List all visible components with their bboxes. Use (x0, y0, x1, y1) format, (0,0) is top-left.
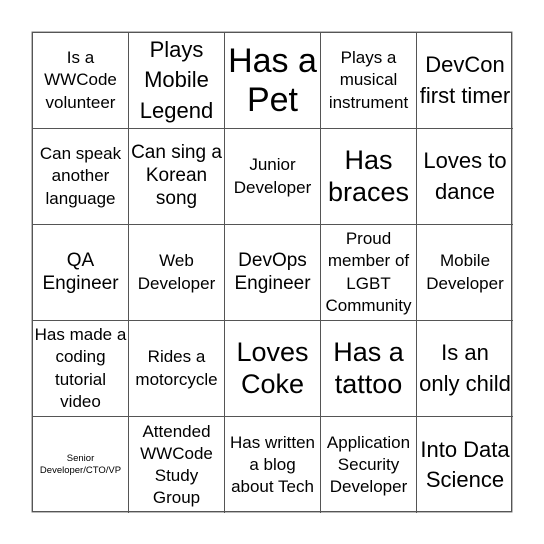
bingo-cell[interactable]: Web Developer (129, 225, 225, 321)
bingo-cell[interactable]: Has a Pet (225, 33, 321, 129)
cell-label: Web Developer (137, 251, 216, 293)
bingo-cell[interactable]: Junior Developer (225, 129, 321, 225)
cell-label: DevOps Engineer (234, 249, 311, 294)
cell-label: Has a tattoo (333, 337, 404, 399)
cell-label: Has a Pet (228, 42, 317, 119)
cell-label: Plays a musical instrument (328, 48, 409, 112)
bingo-cell[interactable]: Plays Mobile Legend (129, 33, 225, 129)
cell-label: DevCon first timer (419, 52, 511, 108)
bingo-cell[interactable]: DevCon first timer (417, 33, 513, 129)
bingo-cell[interactable]: Has a tattoo (321, 321, 417, 417)
bingo-cell[interactable]: Can speak another language (33, 129, 129, 225)
bingo-cell[interactable]: QA Engineer (33, 225, 129, 321)
cell-label: Mobile Developer (426, 251, 504, 293)
cell-label: Can speak another language (39, 144, 122, 208)
bingo-cell[interactable]: Has written a blog about Tech (225, 417, 321, 513)
cell-label: Has written a blog about Tech (229, 432, 316, 497)
bingo-cell[interactable]: Can sing a Korean song (129, 129, 225, 225)
bingo-cell[interactable]: Application Security Developer (321, 417, 417, 513)
cell-label: Loves Coke (236, 337, 309, 399)
cell-label: Senior Developer/CTO/VP (39, 452, 122, 476)
cell-label: Is an only child (419, 340, 511, 396)
cell-label: Has made a coding tutorial video (34, 325, 127, 411)
bingo-cell[interactable]: Rides a motorcycle (129, 321, 225, 417)
bingo-cell[interactable]: Into Data Science (417, 417, 513, 513)
bingo-cell[interactable]: Plays a musical instrument (321, 33, 417, 129)
cell-label: Has braces (327, 145, 410, 207)
cell-label: Is a WWCode volunteer (44, 48, 117, 112)
bingo-cell[interactable]: Mobile Developer (417, 225, 513, 321)
bingo-cell[interactable]: Loves Coke (225, 321, 321, 417)
bingo-cell[interactable]: Is a WWCode volunteer (33, 33, 129, 129)
bingo-cell[interactable]: Has made a coding tutorial video (33, 321, 129, 417)
bingo-cell[interactable]: DevOps Engineer (225, 225, 321, 321)
cell-label: Loves to dance (423, 148, 507, 204)
bingo-cell[interactable]: Proud member of LGBT Community (321, 225, 417, 321)
bingo-cell[interactable]: Is an only child (417, 321, 513, 417)
cell-label: Junior Developer (233, 155, 312, 197)
bingo-cell[interactable]: Attended WWCode Study Group (129, 417, 225, 513)
bingo-cell[interactable]: Loves to dance (417, 129, 513, 225)
bingo-cell[interactable]: Senior Developer/CTO/VP (33, 417, 129, 513)
cell-label: Into Data Science (420, 436, 510, 492)
cell-label: Application Security Developer (326, 432, 411, 497)
cell-label: Can sing a Korean song (131, 142, 222, 209)
cell-label: QA Engineer (42, 249, 119, 294)
cell-label: Rides a motorcycle (135, 347, 218, 389)
bingo-board: Is a WWCode volunteer Plays Mobile Legen… (32, 32, 513, 513)
bingo-cell[interactable]: Has braces (321, 129, 417, 225)
cell-label: Attended WWCode Study Group (140, 421, 213, 508)
cell-label: Proud member of LGBT Community (325, 229, 412, 315)
cell-label: Plays Mobile Legend (139, 36, 214, 123)
